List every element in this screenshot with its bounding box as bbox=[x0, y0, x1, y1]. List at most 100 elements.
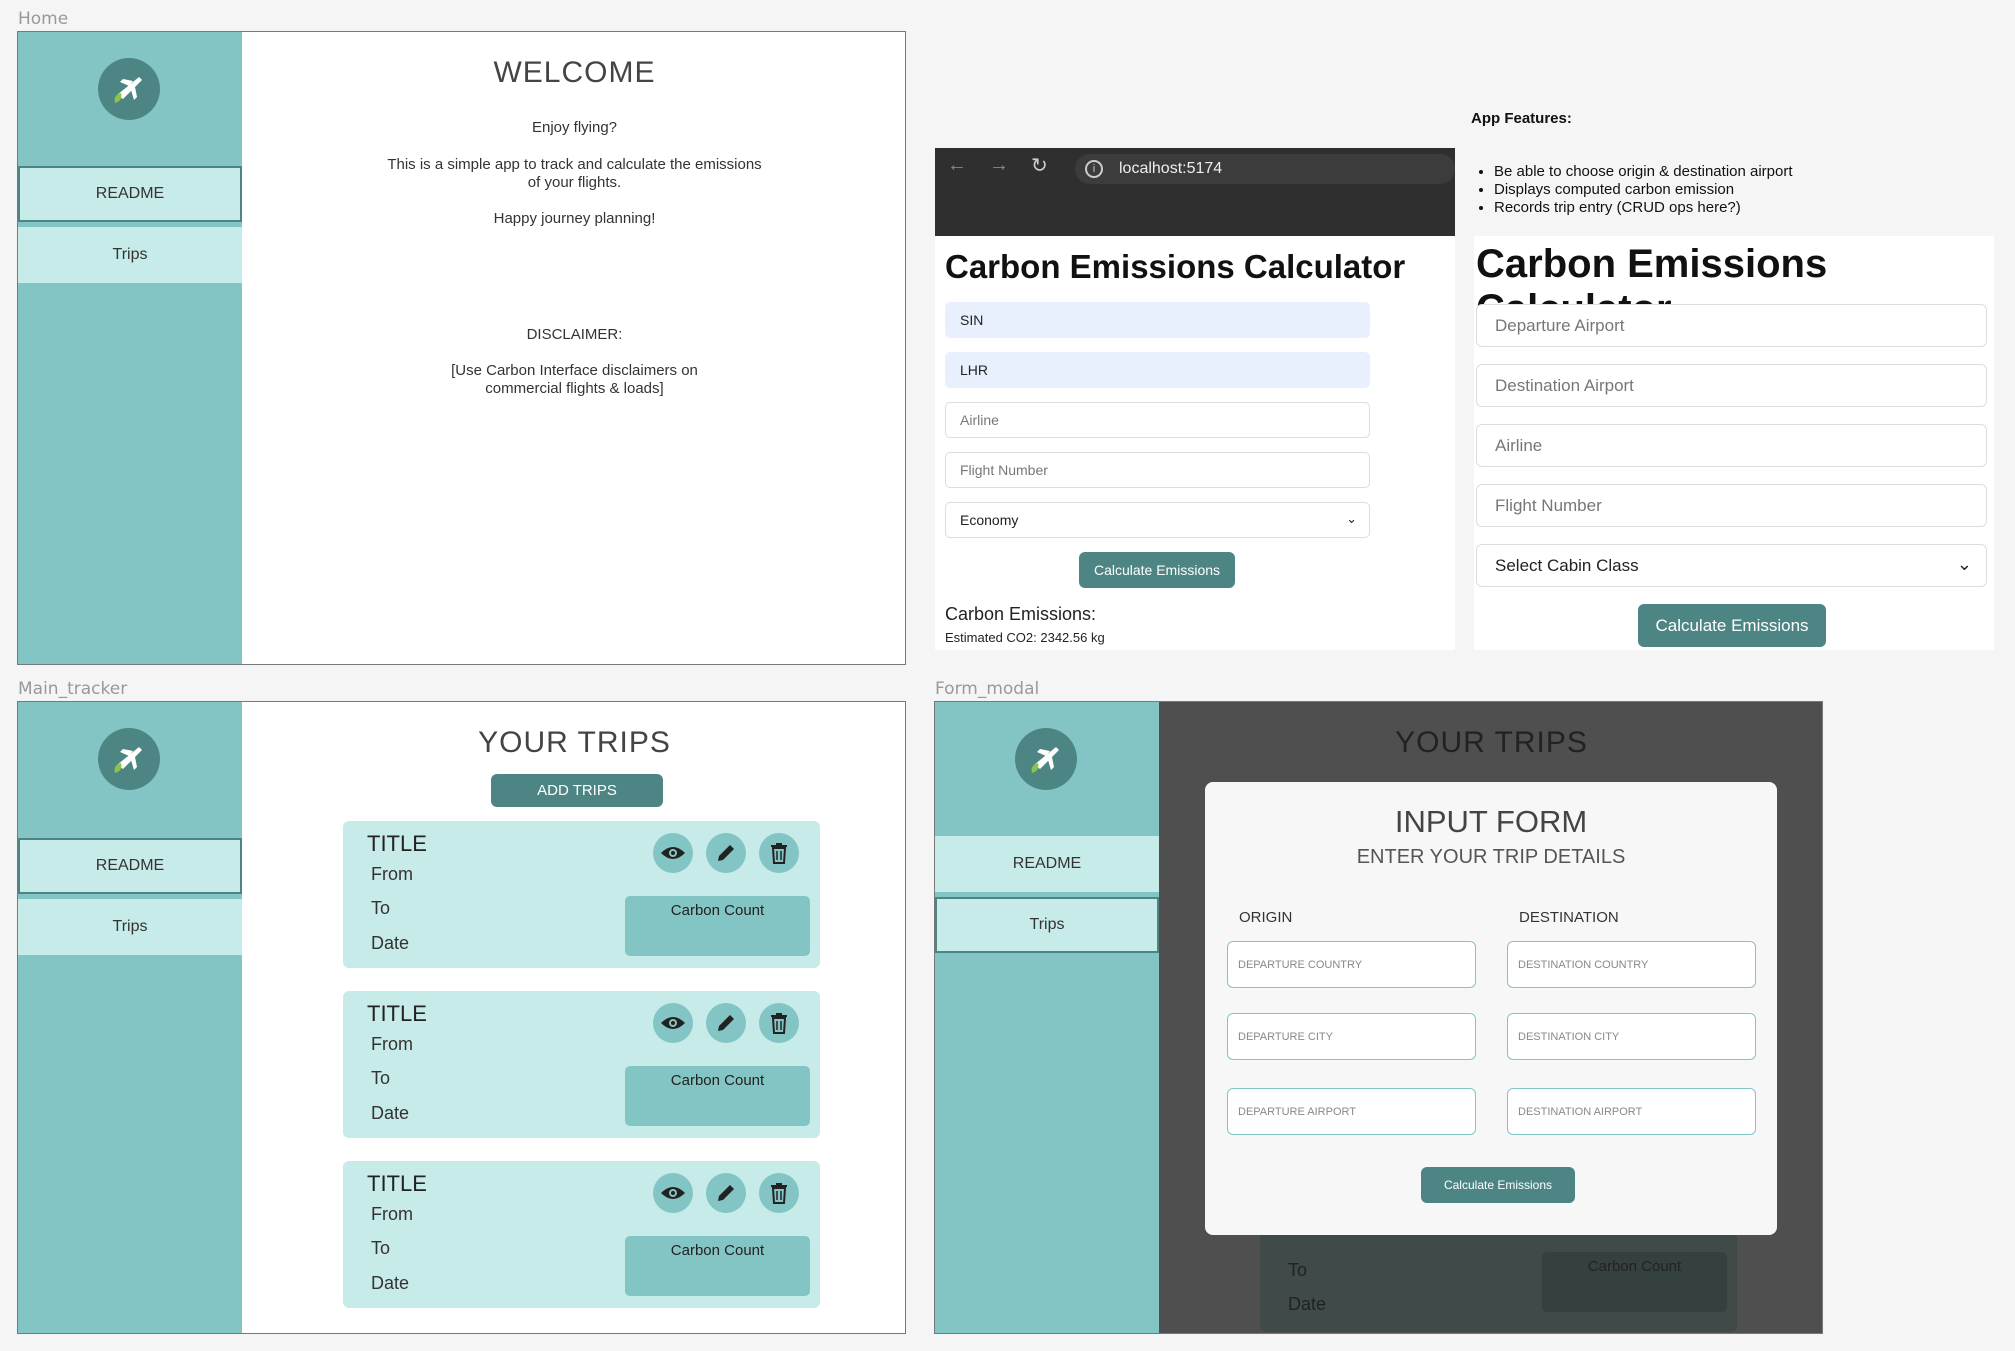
flight-number-input[interactable]: Flight Number bbox=[1476, 484, 1987, 527]
origin-label: ORIGIN bbox=[1239, 909, 1293, 926]
page-title-dimmed: YOUR TRIPS bbox=[1395, 726, 1588, 759]
modal-title: INPUT FORM bbox=[1394, 804, 1588, 839]
view-icon[interactable] bbox=[653, 1173, 693, 1213]
closing-line: Happy journey planning! bbox=[493, 210, 656, 227]
tracker-frame: README Trips YOUR TRIPS ADD TRIPS TITLE … bbox=[17, 701, 906, 1334]
calculator-panel: Carbon Emissions Calculator Departure Ai… bbox=[1474, 236, 1994, 650]
back-icon[interactable]: ← bbox=[947, 154, 967, 177]
home-frame: README Trips WELCOME Enjoy flying? This … bbox=[17, 31, 906, 665]
forward-icon[interactable]: → bbox=[989, 154, 1009, 177]
trip-date: Date bbox=[371, 1273, 410, 1293]
input-form-modal: INPUT FORM ENTER YOUR TRIP DETAILS ORIGI… bbox=[1205, 782, 1777, 1235]
airplane-leaf-icon bbox=[1031, 747, 1059, 773]
trip-date: Date bbox=[371, 933, 410, 953]
add-trips-button[interactable]: ADD TRIPS bbox=[491, 774, 663, 807]
trash-icon[interactable] bbox=[759, 1173, 799, 1213]
flight-number-input[interactable]: Flight Number bbox=[945, 452, 1370, 488]
app-logo[interactable] bbox=[1015, 728, 1077, 790]
trash-icon[interactable] bbox=[759, 1003, 799, 1043]
nav-item-trips[interactable]: Trips bbox=[18, 227, 242, 283]
info-icon[interactable]: i bbox=[1085, 160, 1103, 178]
trip-to: To bbox=[371, 898, 391, 918]
description-line-2: of your flights. bbox=[527, 174, 622, 191]
calculate-emissions-button[interactable]: Calculate Emissions bbox=[1079, 552, 1235, 588]
url-text: localhost:5174 bbox=[1119, 160, 1223, 177]
trip-from: From bbox=[371, 1034, 413, 1054]
intro-line: Enjoy flying? bbox=[531, 119, 618, 136]
trip-to: To bbox=[371, 1068, 391, 1088]
trip-card[interactable]: TITLE From To Date Carbon Count bbox=[343, 1161, 820, 1308]
departure-airport-input[interactable]: Departure Airport bbox=[1476, 304, 1987, 347]
feature-item: Records trip entry (CRUD ops here?) bbox=[1494, 199, 1793, 217]
carbon-count: Carbon Count bbox=[625, 1236, 810, 1296]
frame-label-home: Home bbox=[18, 9, 69, 29]
nav-item-readme[interactable]: README bbox=[18, 838, 242, 894]
destination-airport-input[interactable]: DESTINATION AIRPORT bbox=[1507, 1088, 1756, 1135]
trip-date: Date bbox=[371, 1103, 410, 1123]
trip-title: TITLE bbox=[367, 1171, 427, 1196]
nav-item-readme[interactable]: README bbox=[935, 836, 1159, 892]
trip-date: Date bbox=[1288, 1294, 1327, 1314]
app-logo[interactable] bbox=[98, 728, 160, 790]
trip-card[interactable]: TITLE From To Date Carbon Count bbox=[343, 991, 820, 1138]
calculate-emissions-button[interactable]: Calculate Emissions bbox=[1421, 1167, 1575, 1203]
view-icon[interactable] bbox=[653, 1003, 693, 1043]
features-title: App Features: bbox=[1471, 110, 1572, 127]
edit-icon[interactable] bbox=[706, 1173, 746, 1213]
chevron-down-icon: ⌄ bbox=[1346, 511, 1357, 526]
trash-icon[interactable] bbox=[759, 833, 799, 873]
trip-title: TITLE bbox=[367, 831, 427, 856]
feature-item: Be able to choose origin & destination a… bbox=[1494, 163, 1793, 181]
trip-card[interactable]: TITLE From To Date Carbon Count bbox=[343, 821, 820, 968]
destination-country-input[interactable]: DESTINATION COUNTRY bbox=[1507, 941, 1756, 988]
frame-label-form-modal: Form_modal bbox=[935, 679, 1040, 699]
browser-calculator: ← → ↻ i localhost:5174 Carbon Emissions … bbox=[935, 148, 1455, 650]
trip-title: TITLE bbox=[367, 1001, 427, 1026]
calculator-title: Carbon Emissions Calculator bbox=[945, 248, 1406, 285]
trip-to: To bbox=[371, 1238, 391, 1258]
airplane-leaf-icon bbox=[114, 77, 142, 103]
description-line-1: This is a simple app to track and calcul… bbox=[387, 156, 762, 173]
result-label: Carbon Emissions: bbox=[945, 604, 1097, 624]
destination-airport-input[interactable]: Destination Airport bbox=[1476, 364, 1987, 407]
result-value: Estimated CO2: 2342.56 kg bbox=[945, 630, 1105, 645]
destination-airport-input[interactable]: LHR bbox=[945, 352, 1370, 388]
trip-to: To bbox=[1288, 1260, 1308, 1280]
page-title: WELCOME bbox=[493, 56, 656, 89]
trip-from: From bbox=[371, 864, 413, 884]
nav-item-trips[interactable]: Trips bbox=[935, 897, 1159, 953]
sidebar: README Trips bbox=[18, 32, 242, 664]
view-icon[interactable] bbox=[653, 833, 693, 873]
carbon-count: Carbon Count bbox=[1542, 1252, 1727, 1312]
cabin-class-select[interactable]: Economy ⌄ bbox=[945, 502, 1370, 538]
address-bar[interactable]: i localhost:5174 bbox=[1075, 154, 1455, 184]
app-logo[interactable] bbox=[98, 58, 160, 120]
airline-input[interactable]: Airline bbox=[945, 402, 1370, 438]
edit-icon[interactable] bbox=[706, 833, 746, 873]
destination-city-input[interactable]: DESTINATION CITY bbox=[1507, 1013, 1756, 1060]
airline-input[interactable]: Airline bbox=[1476, 424, 1987, 467]
carbon-count: Carbon Count bbox=[625, 1066, 810, 1126]
reload-icon[interactable]: ↻ bbox=[1031, 153, 1048, 178]
nav-item-readme[interactable]: README bbox=[18, 166, 242, 222]
airplane-leaf-icon bbox=[114, 747, 142, 773]
page-title: YOUR TRIPS bbox=[478, 726, 671, 759]
cabin-class-value: Economy bbox=[960, 512, 1019, 528]
trip-from: From bbox=[371, 1204, 413, 1224]
edit-icon[interactable] bbox=[706, 1003, 746, 1043]
carbon-count: Carbon Count bbox=[625, 896, 810, 956]
sidebar: README Trips bbox=[18, 702, 242, 1333]
chevron-down-icon: ⌄ bbox=[1956, 554, 1972, 574]
departure-airport-input[interactable]: SIN bbox=[945, 302, 1370, 338]
cabin-class-select[interactable]: Select Cabin Class ⌄ bbox=[1476, 544, 1987, 587]
destination-label: DESTINATION bbox=[1519, 909, 1619, 926]
departure-country-input[interactable]: DEPARTURE COUNTRY bbox=[1227, 941, 1476, 988]
form-modal-frame: README Trips YOUR TRIPS To Date Carbon C… bbox=[934, 701, 1823, 1334]
nav-item-trips[interactable]: Trips bbox=[18, 899, 242, 955]
disclaimer-title: DISCLAIMER: bbox=[526, 326, 623, 343]
calculate-emissions-button[interactable]: Calculate Emissions bbox=[1638, 604, 1826, 647]
departure-airport-input[interactable]: DEPARTURE AIRPORT bbox=[1227, 1088, 1476, 1135]
feature-item: Displays computed carbon emission bbox=[1494, 181, 1793, 199]
departure-city-input[interactable]: DEPARTURE CITY bbox=[1227, 1013, 1476, 1060]
frame-label-main-tracker: Main_tracker bbox=[18, 679, 128, 699]
